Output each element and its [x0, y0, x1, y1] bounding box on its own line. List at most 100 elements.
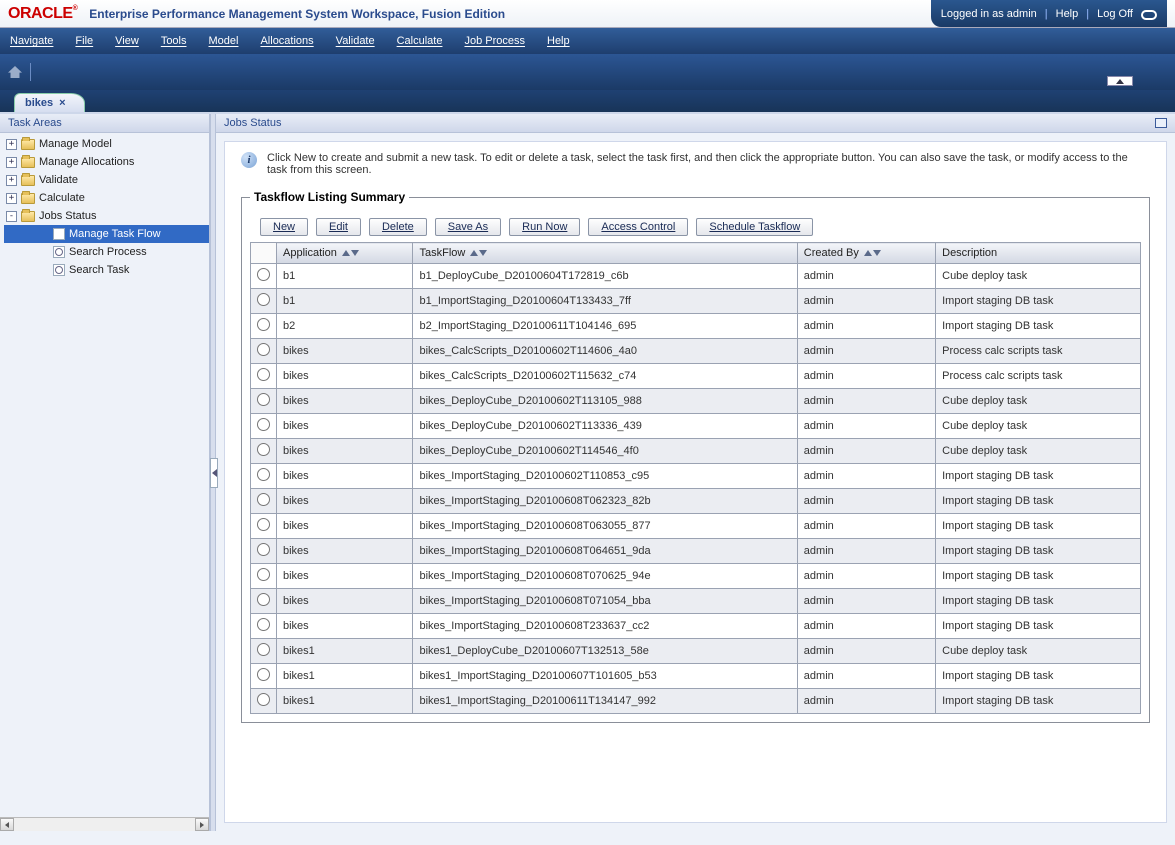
tree-node-validate[interactable]: +Validate [4, 171, 209, 189]
menu-model[interactable]: Model [209, 35, 239, 47]
run-now-button[interactable]: Run Now [509, 218, 580, 236]
table-row[interactable]: bikesbikes_ImportStaging_D20100608T06305… [251, 514, 1141, 539]
row-select-radio[interactable] [257, 568, 270, 581]
menu-bar: Navigate File View Tools Model Allocations Val… [0, 28, 1175, 54]
sort-icon[interactable] [864, 250, 881, 256]
row-select-radio[interactable] [257, 268, 270, 281]
row-select-radio[interactable] [257, 693, 270, 706]
table-row[interactable]: bikes1bikes1_ImportStaging_D20100611T134… [251, 689, 1141, 714]
col-application[interactable]: Application [277, 243, 413, 264]
row-select-radio[interactable] [257, 493, 270, 506]
tree-node-manage-task-flow[interactable]: Manage Task Flow [4, 225, 209, 243]
cell-desc: Import staging DB task [936, 514, 1141, 539]
row-select-radio[interactable] [257, 643, 270, 656]
menu-view[interactable]: View [115, 35, 139, 47]
row-select-radio[interactable] [257, 468, 270, 481]
col-taskflow[interactable]: TaskFlow [413, 243, 797, 264]
expand-icon[interactable]: + [6, 193, 17, 204]
table-row[interactable]: bikes1bikes1_ImportStaging_D20100607T101… [251, 664, 1141, 689]
menu-navigate[interactable]: Navigate [10, 35, 53, 47]
info-icon: i [241, 152, 257, 168]
logoff-link[interactable]: Log Off [1097, 8, 1133, 20]
row-select-radio[interactable] [257, 443, 270, 456]
cell-desc: Import staging DB task [936, 564, 1141, 589]
splitter[interactable] [210, 114, 216, 831]
table-row[interactable]: bikesbikes_ImportStaging_D20100608T06465… [251, 539, 1141, 564]
tree-node-calculate[interactable]: +Calculate [4, 189, 209, 207]
menu-allocations[interactable]: Allocations [260, 35, 313, 47]
splitter-grip-icon[interactable] [210, 458, 218, 488]
menu-job-process[interactable]: Job Process [464, 35, 525, 47]
maximize-icon[interactable] [1155, 118, 1167, 128]
row-select-radio[interactable] [257, 543, 270, 556]
row-select-radio[interactable] [257, 618, 270, 631]
search-icon [53, 264, 65, 276]
sort-icon[interactable] [470, 250, 487, 256]
collapse-icon[interactable]: - [6, 211, 17, 222]
row-select-radio[interactable] [257, 343, 270, 356]
tree-node-manage-model[interactable]: +Manage Model [4, 135, 209, 153]
menu-file[interactable]: File [75, 35, 93, 47]
table-row[interactable]: b2b2_ImportStaging_D20100611T104146_695a… [251, 314, 1141, 339]
table-row[interactable]: bikesbikes_CalcScripts_D20100602T114606_… [251, 339, 1141, 364]
row-select-radio[interactable] [257, 518, 270, 531]
cell-by: admin [797, 414, 935, 439]
sort-icon[interactable] [342, 250, 359, 256]
table-row[interactable]: bikesbikes_ImportStaging_D20100602T11085… [251, 464, 1141, 489]
table-row[interactable]: bikesbikes_ImportStaging_D20100608T06232… [251, 489, 1141, 514]
cell-by: admin [797, 489, 935, 514]
cell-app: bikes [277, 489, 413, 514]
col-createdby[interactable]: Created By [797, 243, 935, 264]
collapse-handle-icon[interactable] [1107, 76, 1133, 86]
logoff-icon[interactable] [1141, 10, 1157, 20]
scroll-track[interactable] [14, 818, 195, 831]
row-select-radio[interactable] [257, 293, 270, 306]
menu-calculate[interactable]: Calculate [397, 35, 443, 47]
home-icon[interactable] [8, 66, 22, 78]
scroll-right-icon[interactable] [195, 818, 209, 831]
cell-app: bikes [277, 339, 413, 364]
table-row[interactable]: b1b1_ImportStaging_D20100604T133433_7ffa… [251, 289, 1141, 314]
menu-help[interactable]: Help [547, 35, 570, 47]
expand-icon[interactable]: + [6, 157, 17, 168]
table-row[interactable]: bikesbikes_ImportStaging_D20100608T07105… [251, 589, 1141, 614]
cell-flow: bikes1_DeployCube_D20100607T132513_58e [413, 639, 797, 664]
table-row[interactable]: bikesbikes_CalcScripts_D20100602T115632_… [251, 364, 1141, 389]
row-select-radio[interactable] [257, 393, 270, 406]
tree-node-manage-allocations[interactable]: +Manage Allocations [4, 153, 209, 171]
row-select-radio[interactable] [257, 368, 270, 381]
new-button[interactable]: New [260, 218, 308, 236]
save-as-button[interactable]: Save As [435, 218, 501, 236]
menu-tools[interactable]: Tools [161, 35, 187, 47]
expand-icon[interactable]: + [6, 139, 17, 150]
row-select-radio[interactable] [257, 318, 270, 331]
row-select-radio[interactable] [257, 668, 270, 681]
table-row[interactable]: bikesbikes_DeployCube_D20100602T114546_4… [251, 439, 1141, 464]
help-link[interactable]: Help [1056, 8, 1079, 20]
cell-app: bikes [277, 589, 413, 614]
table-row[interactable]: bikesbikes_DeployCube_D20100602T113336_4… [251, 414, 1141, 439]
document-tab-bikes[interactable]: bikes × [14, 93, 85, 112]
close-icon[interactable]: × [59, 97, 65, 109]
table-row[interactable]: bikesbikes_ImportStaging_D20100608T07062… [251, 564, 1141, 589]
document-tab-row: bikes × [0, 90, 1175, 112]
access-control-button[interactable]: Access Control [588, 218, 688, 236]
schedule-taskflow-button[interactable]: Schedule Taskflow [696, 218, 813, 236]
tree-node-jobs-status[interactable]: -Jobs Status [4, 207, 209, 225]
table-row[interactable]: bikesbikes_DeployCube_D20100602T113105_9… [251, 389, 1141, 414]
table-row[interactable]: bikesbikes_ImportStaging_D20100608T23363… [251, 614, 1141, 639]
cell-flow: b1_DeployCube_D20100604T172819_c6b [413, 264, 797, 289]
expand-icon[interactable]: + [6, 175, 17, 186]
sidebar-scrollbar[interactable] [0, 817, 209, 831]
row-select-radio[interactable] [257, 593, 270, 606]
taskflow-table: Application TaskFlow Created By Descript… [250, 242, 1141, 714]
tree-node-search-task[interactable]: Search Task [4, 261, 209, 279]
tree-node-search-process[interactable]: Search Process [4, 243, 209, 261]
table-row[interactable]: b1b1_DeployCube_D20100604T172819_c6badmi… [251, 264, 1141, 289]
menu-validate[interactable]: Validate [336, 35, 375, 47]
delete-button[interactable]: Delete [369, 218, 427, 236]
table-row[interactable]: bikes1bikes1_DeployCube_D20100607T132513… [251, 639, 1141, 664]
scroll-left-icon[interactable] [0, 818, 14, 831]
row-select-radio[interactable] [257, 418, 270, 431]
edit-button[interactable]: Edit [316, 218, 361, 236]
